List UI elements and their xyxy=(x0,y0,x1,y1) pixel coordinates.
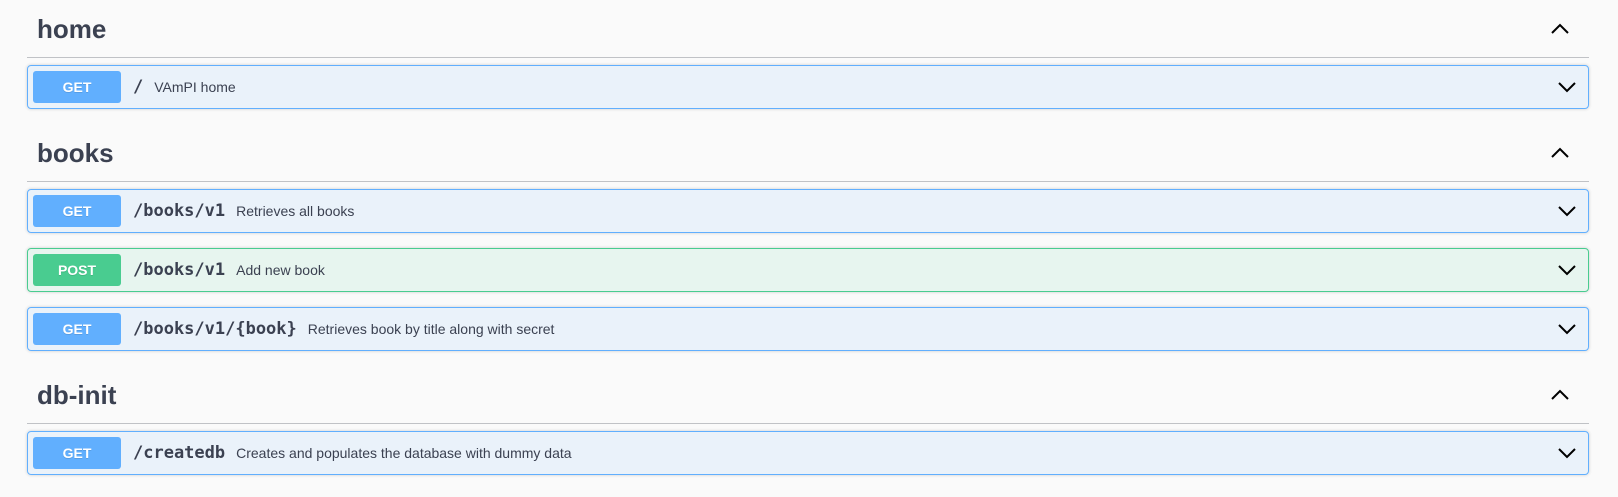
chevron-down-icon[interactable] xyxy=(1553,73,1581,101)
operation-summary: Add new book xyxy=(236,262,325,278)
method-badge: GET xyxy=(33,71,121,103)
opblock-get-books[interactable]: GET /books/v1 Retrieves all books xyxy=(27,189,1589,233)
tag-title[interactable]: db-init xyxy=(27,382,116,408)
operation-summary: Retrieves book by title along with secre… xyxy=(307,321,555,337)
operation-summary: Creates and populates the database with … xyxy=(236,445,572,461)
tag-section-books: books GET /books/v1 Retrieves all books … xyxy=(27,124,1589,351)
chevron-down-icon[interactable] xyxy=(1553,439,1581,467)
chevron-down-icon[interactable] xyxy=(1553,256,1581,284)
chevron-down-icon[interactable] xyxy=(1553,197,1581,225)
tag-title[interactable]: books xyxy=(27,140,114,166)
operation-path: / xyxy=(133,77,144,97)
method-badge: GET xyxy=(33,313,121,345)
tag-header-home[interactable]: home xyxy=(27,0,1589,58)
chevron-up-icon[interactable] xyxy=(1545,380,1575,410)
operation-path: /books/v1 xyxy=(133,260,226,280)
chevron-up-icon[interactable] xyxy=(1545,14,1575,44)
opblock-get-root[interactable]: GET / VAmPI home xyxy=(27,65,1589,109)
method-badge: POST xyxy=(33,254,121,286)
tag-header-db-init[interactable]: db-init xyxy=(27,366,1589,424)
api-operations-list: home GET / VAmPI home books GET /books/v… xyxy=(27,0,1589,490)
tag-header-books[interactable]: books xyxy=(27,124,1589,182)
method-badge: GET xyxy=(33,195,121,227)
tag-section-db-init: db-init GET /createdb Creates and popula… xyxy=(27,366,1589,475)
operation-path: /createdb xyxy=(133,443,226,463)
method-badge: GET xyxy=(33,437,121,469)
opblock-post-books[interactable]: POST /books/v1 Add new book xyxy=(27,248,1589,292)
tag-title[interactable]: home xyxy=(27,16,106,42)
operation-path: /books/v1/{book} xyxy=(133,319,297,339)
operation-summary: VAmPI home xyxy=(154,79,236,95)
opblock-get-book-by-title[interactable]: GET /books/v1/{book} Retrieves book by t… xyxy=(27,307,1589,351)
chevron-up-icon[interactable] xyxy=(1545,138,1575,168)
operation-path: /books/v1 xyxy=(133,201,226,221)
chevron-down-icon[interactable] xyxy=(1553,315,1581,343)
operation-summary: Retrieves all books xyxy=(236,203,355,219)
tag-section-home: home GET / VAmPI home xyxy=(27,0,1589,109)
opblock-get-createdb[interactable]: GET /createdb Creates and populates the … xyxy=(27,431,1589,475)
